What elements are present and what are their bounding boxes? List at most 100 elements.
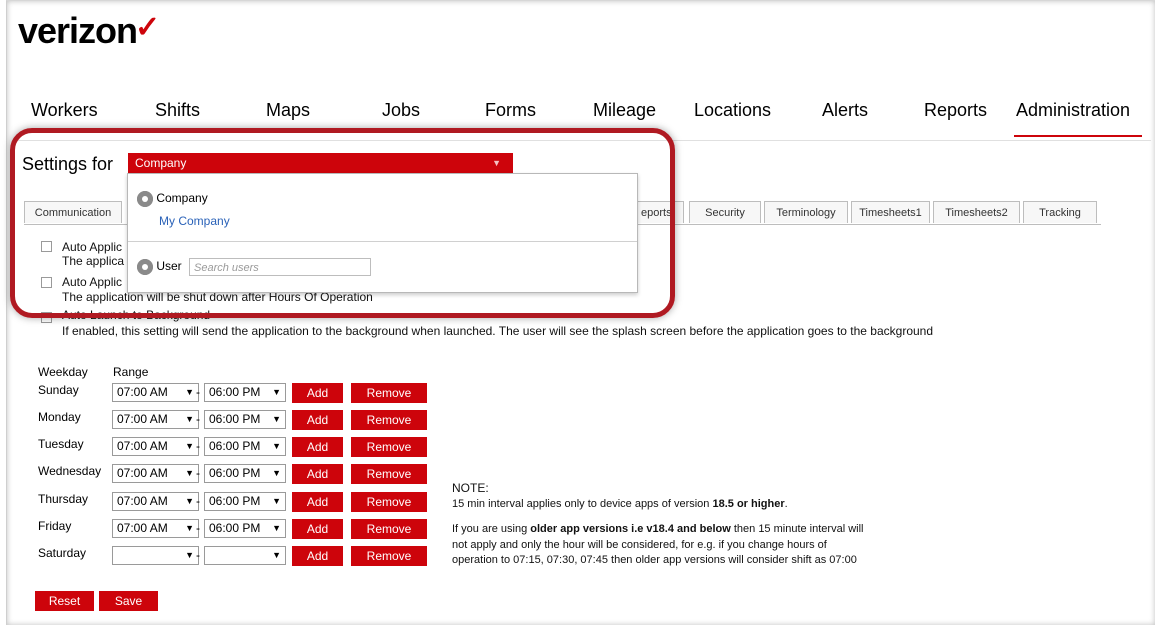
- nav-active-indicator: [1014, 135, 1142, 137]
- weekday-label: Saturday: [38, 546, 87, 560]
- start-time-value: 07:00 AM: [117, 466, 168, 480]
- end-time-value: 06:00 PM: [209, 439, 261, 453]
- dropdown-user-header: User: [156, 259, 182, 274]
- start-time-select[interactable]: ▼: [112, 546, 199, 565]
- chevron-down-icon: ▼: [272, 523, 281, 533]
- verizon-logo: verizon✓: [18, 10, 161, 52]
- chevron-down-icon: ▼: [272, 441, 281, 451]
- nav-item-locations[interactable]: Locations: [694, 100, 771, 121]
- chevron-down-icon: ▼: [272, 387, 281, 397]
- end-time-value: 06:00 PM: [209, 385, 261, 399]
- option-label-2: Auto Applic: [62, 275, 123, 289]
- tab-communication[interactable]: Communication: [24, 201, 122, 223]
- start-time-select[interactable]: 07:00 AM ▼: [112, 519, 199, 538]
- auto-launch-checkbox[interactable]: [41, 312, 52, 323]
- nav-item-reports[interactable]: Reports: [924, 100, 987, 121]
- auto-applic-checkbox-2[interactable]: [41, 277, 52, 288]
- start-time-select[interactable]: 07:00 AM ▼: [112, 492, 199, 511]
- start-time-select[interactable]: 07:00 AM ▼: [112, 410, 199, 429]
- chevron-down-icon: ▼: [185, 468, 194, 478]
- start-time-value: 07:00 AM: [117, 412, 168, 426]
- chevron-down-icon: ▼: [185, 523, 194, 533]
- chevron-down-icon: ▼: [185, 496, 194, 506]
- add-range-button[interactable]: Add: [292, 383, 343, 403]
- tab-security[interactable]: Security: [689, 201, 761, 223]
- note-line-4: operation to 07:15, 07:30, 07:45 then ol…: [452, 554, 857, 566]
- remove-range-button[interactable]: Remove: [351, 410, 427, 430]
- add-range-button[interactable]: Add: [292, 410, 343, 430]
- end-time-select[interactable]: 06:00 PM ▼: [204, 464, 286, 483]
- reset-button[interactable]: Reset: [35, 591, 94, 611]
- dropdown-user-group: User: [137, 259, 182, 275]
- start-time-select[interactable]: 07:00 AM ▼: [112, 383, 199, 402]
- settings-for-label: Settings for: [22, 154, 114, 174]
- remove-range-button[interactable]: Remove: [351, 519, 427, 539]
- end-time-select[interactable]: 06:00 PM ▼: [204, 383, 286, 402]
- tab-timesheets1[interactable]: Timesheets1: [851, 201, 930, 223]
- note-line-3: not apply and only the hour will be cons…: [452, 539, 827, 551]
- start-time-select[interactable]: 07:00 AM ▼: [112, 464, 199, 483]
- option-label-1: Auto Applic: [62, 240, 123, 254]
- add-range-button[interactable]: Add: [292, 519, 343, 539]
- end-time-select[interactable]: 06:00 PM ▼: [204, 410, 286, 429]
- nav-item-mileage[interactable]: Mileage: [593, 100, 656, 121]
- nav-item-jobs[interactable]: Jobs: [382, 100, 420, 121]
- option-desc-1: The applica: [62, 254, 125, 268]
- end-time-select[interactable]: 06:00 PM ▼: [204, 492, 286, 511]
- dropdown-company-group: Company: [137, 191, 208, 207]
- chevron-down-icon: ▼: [492, 158, 501, 168]
- auto-applic-checkbox-1[interactable]: [41, 241, 52, 252]
- nav-item-maps[interactable]: Maps: [266, 100, 310, 121]
- dropdown-item-my-company[interactable]: My Company: [159, 214, 230, 228]
- save-button[interactable]: Save: [99, 591, 158, 611]
- user-search-input[interactable]: Search users: [189, 258, 371, 276]
- weekday-label: Friday: [38, 519, 72, 533]
- note-line-1: 15 min interval applies only to device a…: [452, 498, 788, 510]
- weekday-label: Monday: [38, 410, 81, 424]
- chevron-down-icon: ▼: [185, 550, 194, 560]
- end-time-value: 06:00 PM: [209, 412, 261, 426]
- nav-item-shifts[interactable]: Shifts: [155, 100, 200, 121]
- settings-scope-select[interactable]: Company ▼: [128, 153, 513, 173]
- range-dash: -: [196, 466, 200, 480]
- nav-item-forms[interactable]: Forms: [485, 100, 536, 121]
- range-dash: -: [196, 412, 200, 426]
- start-time-select[interactable]: 07:00 AM ▼: [112, 437, 199, 456]
- tab-reports[interactable]: eports: [636, 201, 684, 223]
- add-range-button[interactable]: Add: [292, 546, 343, 566]
- remove-range-button[interactable]: Remove: [351, 383, 427, 403]
- main-nav: Workers Shifts Maps Jobs Forms Mileage L…: [0, 100, 1159, 130]
- settings-scope-dropdown: Company My Company User Search users: [127, 173, 638, 293]
- tab-terminology[interactable]: Terminology: [764, 201, 848, 223]
- end-time-value: 06:00 PM: [209, 521, 261, 535]
- remove-range-button[interactable]: Remove: [351, 546, 427, 566]
- remove-range-button[interactable]: Remove: [351, 437, 427, 457]
- remove-range-button[interactable]: Remove: [351, 492, 427, 512]
- chevron-down-icon: ▼: [272, 496, 281, 506]
- end-time-select[interactable]: 06:00 PM ▼: [204, 437, 286, 456]
- nav-item-administration[interactable]: Administration: [1016, 100, 1130, 121]
- weekday-label: Tuesday: [38, 437, 84, 451]
- tab-timesheets2[interactable]: Timesheets2: [933, 201, 1020, 223]
- add-range-button[interactable]: Add: [292, 437, 343, 457]
- nav-item-workers[interactable]: Workers: [31, 100, 98, 121]
- settings-scope-value: Company: [135, 156, 187, 170]
- add-range-button[interactable]: Add: [292, 492, 343, 512]
- weekday-label: Sunday: [38, 383, 79, 397]
- range-dash: -: [196, 521, 200, 535]
- brand-name: verizon: [18, 10, 138, 51]
- range-column-header: Range: [113, 365, 149, 379]
- gear-icon: [137, 259, 153, 275]
- start-time-value: 07:00 AM: [117, 385, 168, 399]
- remove-range-button[interactable]: Remove: [351, 464, 427, 484]
- chevron-down-icon: ▼: [185, 414, 194, 424]
- end-time-select[interactable]: 06:00 PM ▼: [204, 519, 286, 538]
- tab-tracking[interactable]: Tracking: [1023, 201, 1097, 223]
- option-label-3: Auto Launch to Background: [62, 308, 211, 322]
- add-range-button[interactable]: Add: [292, 464, 343, 484]
- nav-item-alerts[interactable]: Alerts: [822, 100, 868, 121]
- end-time-select[interactable]: ▼: [204, 546, 286, 565]
- note-line-2: If you are using older app versions i.e …: [452, 523, 864, 535]
- start-time-value: 07:00 AM: [117, 521, 168, 535]
- chevron-down-icon: ▼: [185, 441, 194, 451]
